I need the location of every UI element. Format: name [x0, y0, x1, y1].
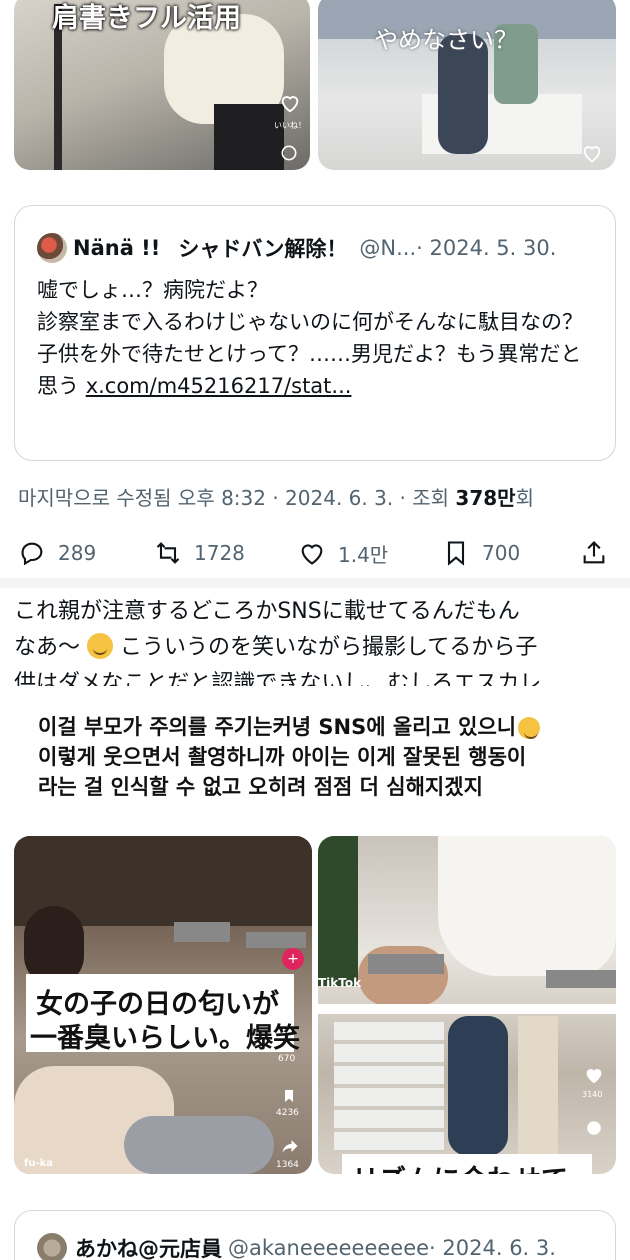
repost-button[interactable]: 1728: [154, 536, 245, 570]
next-quoted-tweet-card[interactable]: あかね@元店員 @akaneeeeeeeeee · 2024. 6. 3.: [14, 1210, 616, 1260]
quoted-line: 診察室まで入るわけじゃないのに何がそんなに駄目なの？: [37, 310, 583, 334]
image-detail-name-blur: [246, 932, 306, 948]
bookmark-count: 4236: [276, 1108, 299, 1118]
bookmark-icon[interactable]: [280, 1086, 298, 1106]
translation-line: 이걸 부모가 주의를 주기는커녕 SNS에 올리고 있으니: [38, 712, 598, 742]
reply-count: 289: [58, 541, 97, 565]
top-right-caption: やめなさい？: [374, 26, 518, 54]
like-button[interactable]: 1.4만: [298, 536, 388, 570]
comment-icon[interactable]: [278, 142, 300, 164]
bottom-right-image[interactable]: TikTok 3140 リズムに合わせて: [318, 836, 616, 1174]
next-author-handle[interactable]: @akaneeeeeeeeee: [228, 1236, 429, 1260]
next-tweet-date[interactable]: · 2024. 6. 3.: [429, 1236, 556, 1260]
quoted-author-name[interactable]: Nänä !!: [73, 236, 160, 260]
bottom-left-image[interactable]: 女の子の日の匂いが 一番臭いらしい。爆笑 + 670 4236 1364 fu-…: [14, 836, 312, 1174]
image-detail-person: [448, 1016, 508, 1156]
top-left-image[interactable]: 肩書きフル活用 いいね！: [14, 0, 310, 170]
avatar[interactable]: [37, 1233, 67, 1260]
image-detail-mannequin: [518, 1016, 558, 1156]
avatar[interactable]: [37, 233, 67, 263]
share-icon[interactable]: [280, 1136, 300, 1156]
grinning-sweat-emoji-icon: [518, 717, 541, 739]
heart-icon[interactable]: [278, 92, 302, 114]
heart-icon: [301, 544, 323, 565]
bottom-left-caption-box: 女の子の日の匂いが 一番臭いらしい。爆笑: [26, 974, 300, 1054]
quoted-author-handle[interactable]: @N...: [359, 236, 416, 260]
tweet-meta: 마지막으로 수정됨 오후 8:32 · 2024. 6. 3. · 조회 378…: [18, 482, 534, 511]
quoted-author-name-suffix[interactable]: シャドバン解除！: [178, 233, 347, 263]
like-count: 1.4만: [338, 542, 389, 567]
bottom-right-caption: リズムに合わせて: [352, 1158, 568, 1174]
image-detail-face-blur: [368, 954, 444, 974]
top-right-image[interactable]: やめなさい？: [318, 0, 616, 170]
reply-line-text: なあ～: [14, 635, 81, 660]
translation-line: 이렇게 웃으면서 촬영하니까 아이는 이게 잘못된 행동이: [38, 745, 527, 769]
heart-icon[interactable]: [582, 1064, 606, 1086]
quoted-tweet-date[interactable]: · 2024. 5. 30.: [416, 236, 556, 260]
quoted-line: 子供を外で待たせとけって？……男児だよ？もう異常だと思う x.com/m4521…: [37, 338, 595, 402]
korean-translation: 이걸 부모가 주의를 주기는커녕 SNS에 올리고 있으니 이렇게 웃으면서 촬…: [38, 712, 598, 802]
comment-icon[interactable]: [584, 1118, 604, 1138]
top-left-caption: 肩書きフル活用: [52, 3, 241, 34]
next-author-name[interactable]: あかね@元店員: [75, 1233, 222, 1260]
tweet-meta-text: 마지막으로 수정됨 오후 8:32 · 2024. 6. 3. · 조회: [18, 486, 456, 510]
tiktok-watermark: TikTok: [318, 976, 362, 990]
follow-plus-icon[interactable]: +: [282, 948, 304, 970]
bookmark-button[interactable]: 700: [442, 536, 520, 570]
reply-line: なあ～ こういうのを笑いながら撮影してるから子: [14, 630, 614, 666]
reply-tweet-text: これ親が注意するどころかSNSに載せてるんだもん なあ～ こういうのを笑いながら…: [14, 594, 614, 686]
bottom-right-caption-box: リズムに合わせて: [342, 1154, 592, 1174]
image-detail-blanket: [124, 1116, 274, 1174]
reply-icon: [21, 542, 43, 566]
video-username: fu-ka: [24, 1158, 54, 1169]
image-detail-white-shirt: [438, 836, 616, 976]
like-count: 3140: [582, 1090, 603, 1099]
view-count: 378만: [455, 486, 516, 510]
image-detail-name-blur: [546, 970, 616, 988]
like-label: いいね！: [274, 121, 306, 130]
quoted-tweet-header: Nänä !! シャドバン解除！ @N... · 2024. 5. 30.: [37, 230, 603, 266]
divider: [0, 578, 630, 588]
translation-line: 라는 걸 인식할 수 없고 오히려 점점 더 심해지겠지: [38, 775, 483, 799]
repost-count: 1728: [194, 541, 245, 565]
translation-line-text: 이걸 부모가 주의를 주기는커녕 SNS에 올리고 있으니: [38, 715, 517, 739]
reply-button[interactable]: 289: [18, 536, 96, 570]
quoted-tweet-card[interactable]: Nänä !! シャドバン解除！ @N... · 2024. 5. 30. 嘘で…: [14, 205, 616, 461]
share-button[interactable]: [580, 536, 620, 570]
image-detail-face-blur: [174, 922, 230, 942]
like-count: 670: [278, 1054, 296, 1064]
image-detail-plant: [318, 836, 358, 986]
share-icon: [583, 541, 605, 564]
reply-line-text: こういうのを笑いながら撮影してるから子: [113, 635, 538, 660]
tweet-action-bar: 289 1728 1.4만 700: [18, 536, 616, 570]
quoted-tweet-link[interactable]: x.com/m45216217/stat...: [86, 374, 352, 398]
quoted-line: 嘘でしょ…？病院だよ？: [37, 278, 268, 302]
repost-icon: [156, 542, 180, 564]
image-detail-shelves: [334, 1022, 444, 1152]
quoted-tweet-text: 嘘でしょ…？病院だよ？ 診察室まで入るわけじゃないのに何がそんなに駄目なの？ 子…: [37, 274, 595, 402]
reply-line-cut: 供はダメなことだと認識できないし、むしろエスカレ: [14, 671, 542, 686]
reply-line: これ親が注意するどころかSNSに載せてるんだもん: [14, 599, 520, 624]
bookmark-icon: [447, 541, 465, 566]
next-tweet-header: あかね@元店員 @akaneeeeeeeeee · 2024. 6. 3.: [37, 1233, 556, 1260]
grinning-sweat-emoji-icon: [87, 633, 114, 659]
image-divider: [318, 1004, 616, 1014]
image-detail-child-legs: [214, 104, 284, 170]
share-count: 1364: [276, 1160, 299, 1170]
bottom-left-caption-line: 一番臭いらしい。爆笑: [30, 1023, 300, 1054]
view-count-unit: 회: [515, 486, 534, 510]
heart-icon[interactable]: [580, 142, 604, 164]
bookmark-count: 700: [482, 541, 521, 565]
